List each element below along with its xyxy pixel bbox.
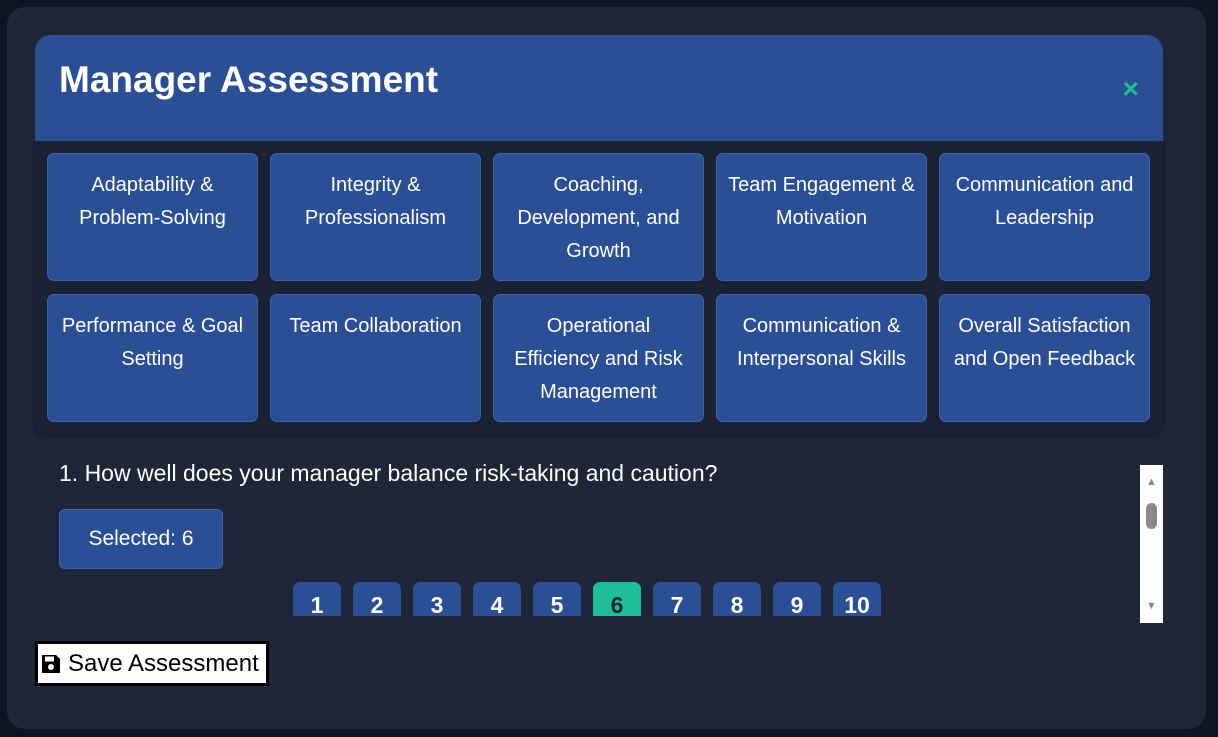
modal-header: Manager Assessment × xyxy=(35,35,1163,141)
category-button-overall-satisfaction[interactable]: Overall Satisfaction and Open Feedback xyxy=(939,294,1150,422)
category-button-team-collaboration[interactable]: Team Collaboration xyxy=(270,294,481,422)
selected-badge: Selected: 6 xyxy=(59,509,223,569)
rating-button-3[interactable]: 3 xyxy=(413,582,461,616)
category-panel: Adaptability & Problem-Solving Integrity… xyxy=(35,141,1163,434)
page-title: Manager Assessment xyxy=(59,59,439,100)
scroll-down-icon[interactable]: ▼ xyxy=(1140,597,1163,615)
rating-button-1[interactable]: 1 xyxy=(293,582,341,616)
category-button-operational-efficiency[interactable]: Operational Efficiency and Risk Manageme… xyxy=(493,294,704,422)
category-grid: Adaptability & Problem-Solving Integrity… xyxy=(47,153,1150,422)
save-assessment-label: Save Assessment xyxy=(68,649,259,677)
question-scroll-area: 1. How well does your manager balance ri… xyxy=(35,458,1163,616)
close-icon[interactable]: × xyxy=(1123,75,1139,103)
vertical-scrollbar[interactable]: ▲ ▼ xyxy=(1140,465,1163,623)
scrollbar-thumb[interactable] xyxy=(1146,503,1157,529)
rating-button-8[interactable]: 8 xyxy=(713,582,761,616)
floppy-disk-icon xyxy=(40,653,62,675)
rating-button-7[interactable]: 7 xyxy=(653,582,701,616)
rating-button-10[interactable]: 10 xyxy=(833,582,881,616)
rating-button-9[interactable]: 9 xyxy=(773,582,821,616)
save-assessment-button[interactable]: Save Assessment xyxy=(35,641,269,686)
category-button-adaptability[interactable]: Adaptability & Problem-Solving xyxy=(47,153,258,281)
question-text: 1. How well does your manager balance ri… xyxy=(59,460,718,486)
scroll-up-icon[interactable]: ▲ xyxy=(1140,473,1163,491)
rating-button-2[interactable]: 2 xyxy=(353,582,401,616)
rating-button-4[interactable]: 4 xyxy=(473,582,521,616)
rating-scale: 1 2 3 4 5 6 7 8 9 10 xyxy=(293,582,881,616)
category-button-coaching[interactable]: Coaching, Development, and Growth xyxy=(493,153,704,281)
category-button-communication-interpersonal[interactable]: Communication & Interpersonal Skills xyxy=(716,294,927,422)
category-button-team-engagement[interactable]: Team Engagement & Motivation xyxy=(716,153,927,281)
rating-button-5[interactable]: 5 xyxy=(533,582,581,616)
category-button-communication-leadership[interactable]: Communication and Leadership xyxy=(939,153,1150,281)
rating-button-6[interactable]: 6 xyxy=(593,582,641,616)
category-button-performance[interactable]: Performance & Goal Setting xyxy=(47,294,258,422)
category-button-integrity[interactable]: Integrity & Professionalism xyxy=(270,153,481,281)
